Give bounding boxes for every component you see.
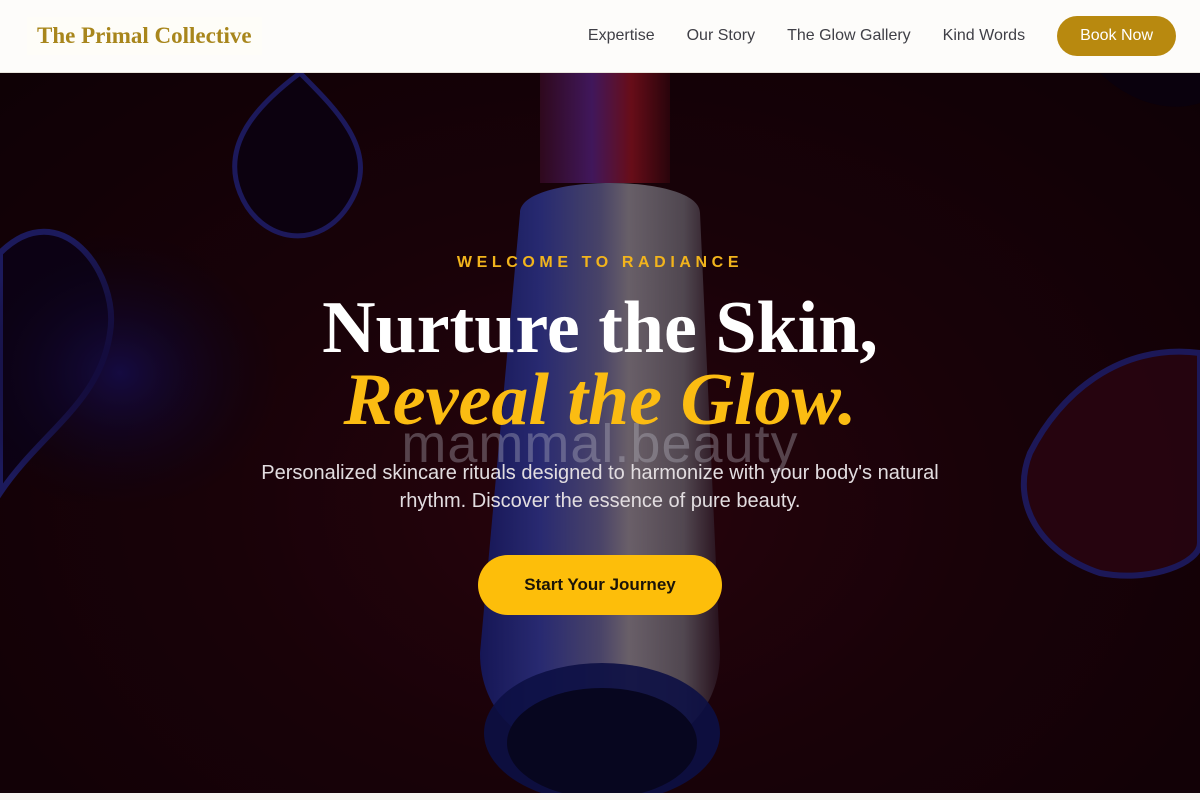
nav-link-kind-words[interactable]: Kind Words [943, 27, 1025, 45]
nav-link-glow-gallery[interactable]: The Glow Gallery [787, 27, 911, 45]
main-nav: Expertise Our Story The Glow Gallery Kin… [556, 16, 1176, 56]
site-header: The Primal Collective Expertise Our Stor… [0, 0, 1200, 73]
nav-link-our-story[interactable]: Our Story [687, 27, 755, 45]
start-journey-button[interactable]: Start Your Journey [478, 555, 722, 615]
hero-content: WELCOME TO RADIANCE Nurture the Skin, ma… [0, 73, 1200, 793]
nav-link-expertise[interactable]: Expertise [588, 27, 655, 45]
brand-logo[interactable]: The Primal Collective [27, 17, 262, 55]
hero-eyebrow: WELCOME TO RADIANCE [456, 254, 744, 271]
hero-subtitle: Personalized skincare rituals designed t… [261, 462, 939, 512]
page-bottom-edge [0, 793, 1200, 800]
hero-headline-line2: Reveal the Glow. [343, 359, 857, 441]
hero-headline-line1: Nurture the Skin, [322, 287, 878, 369]
book-now-button[interactable]: Book Now [1057, 16, 1176, 56]
